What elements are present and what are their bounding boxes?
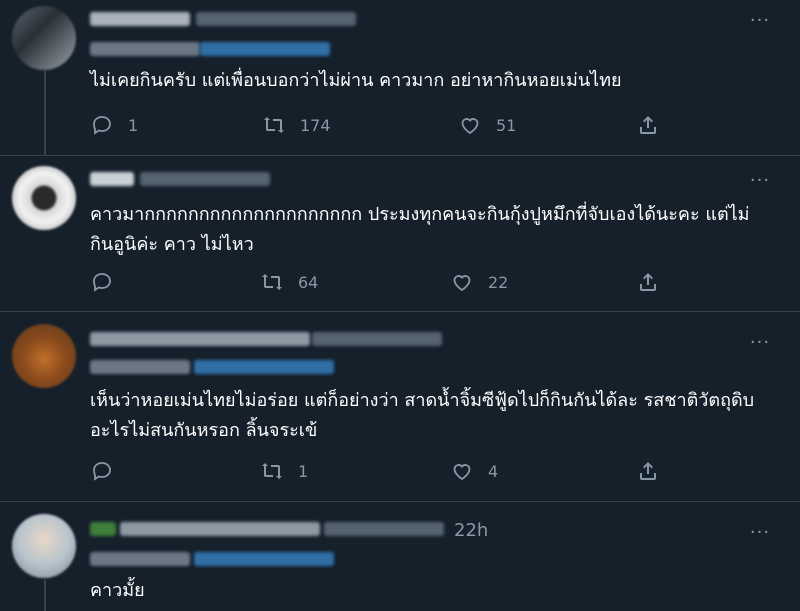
like-button[interactable]: 4 xyxy=(450,456,508,486)
like-count: 51 xyxy=(496,115,517,135)
like-button[interactable]: 51 xyxy=(458,110,516,140)
reply-button[interactable]: 1 xyxy=(90,110,148,140)
replying-to-link-blurred[interactable] xyxy=(194,552,334,566)
handle-blurred[interactable] xyxy=(196,12,356,26)
tweet-actions: 1 4 xyxy=(90,456,690,486)
retweet-count: 64 xyxy=(298,272,319,292)
handle-blurred[interactable] xyxy=(140,172,270,186)
tweet-timestamp[interactable]: 22h xyxy=(454,520,488,541)
tweet-2[interactable]: ··· คาวมากกกกกกกกกกกกกกกกกกกก ประมงทุกคน… xyxy=(0,156,800,312)
tweet-4[interactable]: 22h ··· คาวมั้ย xyxy=(0,502,800,611)
heart-icon xyxy=(461,118,479,135)
retweet-icon xyxy=(264,117,284,133)
display-name-blurred[interactable] xyxy=(120,522,320,536)
tweet-text: ไม่เคยกินครับ แต่เพื่อนบอกว่าไม่ผ่าน คาว… xyxy=(90,70,622,91)
thread-connector xyxy=(44,580,46,611)
retweet-count: 1 xyxy=(298,461,309,481)
tweet-text: คาวมั้ย xyxy=(90,580,145,601)
like-count: 22 xyxy=(488,272,509,292)
tweet-actions: 64 22 xyxy=(90,267,690,297)
display-name-blurred[interactable] xyxy=(90,12,190,26)
handle-blurred[interactable] xyxy=(324,522,444,536)
tweet-actions: 1 174 51 xyxy=(90,110,690,140)
avatar[interactable] xyxy=(12,6,76,70)
reply-button[interactable] xyxy=(90,267,148,297)
more-options-icon[interactable]: ··· xyxy=(748,12,772,30)
share-button[interactable] xyxy=(636,456,674,486)
retweet-icon xyxy=(262,463,282,479)
retweet-button[interactable]: 64 xyxy=(260,267,318,297)
share-button[interactable] xyxy=(636,110,674,140)
more-options-icon[interactable]: ··· xyxy=(748,334,772,352)
more-options-icon[interactable]: ··· xyxy=(748,172,772,190)
handle-blurred[interactable] xyxy=(312,332,442,346)
tweet-text: คาวมากกกกกกกกกกกกกกกกกกกก ประมงทุกคนจะกิ… xyxy=(90,204,750,255)
display-name-blurred[interactable] xyxy=(90,332,310,346)
replying-to-blurred[interactable] xyxy=(90,42,200,56)
replying-to-link-blurred[interactable] xyxy=(194,360,334,374)
replying-to-link-blurred[interactable] xyxy=(200,42,330,56)
share-icon xyxy=(640,273,656,291)
reply-icon xyxy=(93,273,111,292)
more-options-icon[interactable]: ··· xyxy=(748,524,772,542)
avatar[interactable] xyxy=(12,166,76,230)
thread-connector xyxy=(44,70,46,156)
avatar[interactable] xyxy=(12,514,76,578)
like-count: 4 xyxy=(488,461,499,481)
heart-icon xyxy=(453,464,471,481)
tweet-1[interactable]: ··· ไม่เคยกินครับ แต่เพื่อนบอกว่าไม่ผ่าน… xyxy=(0,0,800,156)
tweet-3[interactable]: ··· เห็นว่าหอยเม่นไทยไม่อร่อย แต่ก็อย่าง… xyxy=(0,312,800,502)
retweet-button[interactable]: 1 xyxy=(260,456,318,486)
reply-button[interactable] xyxy=(90,456,148,486)
retweet-count: 174 xyxy=(300,115,331,135)
replying-to-blurred[interactable] xyxy=(90,552,190,566)
reply-icon xyxy=(93,462,111,481)
like-button[interactable]: 22 xyxy=(450,267,508,297)
tweet-text: เห็นว่าหอยเม่นไทยไม่อร่อย แต่ก็อย่างว่า … xyxy=(90,390,755,441)
retweet-icon xyxy=(262,274,282,290)
reply-count: 1 xyxy=(128,115,139,135)
display-name-blurred[interactable] xyxy=(90,172,134,186)
replying-to-blurred[interactable] xyxy=(90,360,190,374)
share-button[interactable] xyxy=(636,267,674,297)
share-icon xyxy=(640,462,656,480)
heart-icon xyxy=(453,275,471,292)
retweet-button[interactable]: 174 xyxy=(262,110,331,140)
avatar[interactable] xyxy=(12,324,76,388)
verified-badge-blurred xyxy=(90,522,116,536)
share-icon xyxy=(640,116,656,134)
reply-icon xyxy=(93,116,111,135)
